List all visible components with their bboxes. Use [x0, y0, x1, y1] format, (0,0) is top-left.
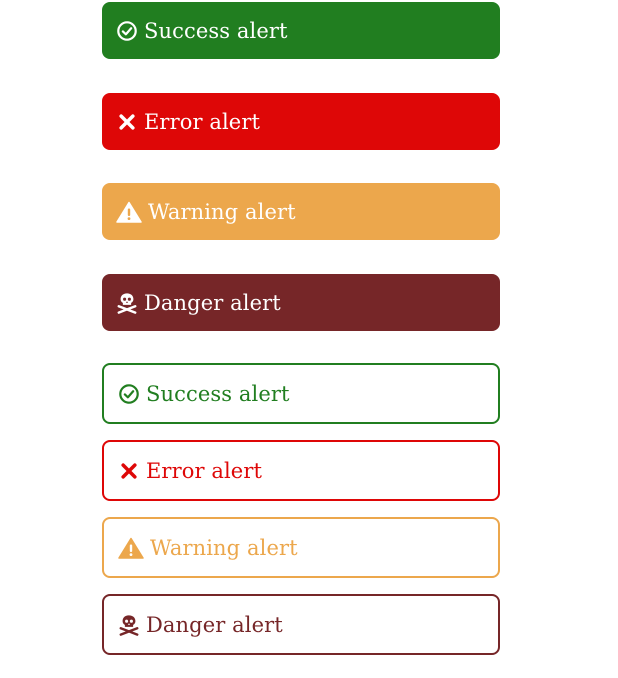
- warning-alert-outline: Warning alert: [102, 517, 500, 578]
- alert-label: Error alert: [146, 458, 263, 483]
- alert-label: Danger alert: [146, 612, 283, 637]
- danger-alert-outline: Danger alert: [102, 594, 500, 655]
- alert-label: Success alert: [146, 381, 290, 406]
- error-alert-solid: Error alert: [102, 93, 500, 150]
- success-alert-outline: Success alert: [102, 363, 500, 424]
- alert-label: Success alert: [144, 18, 288, 43]
- skull-crossbones-icon: [116, 292, 138, 314]
- success-alert-solid: Success alert: [102, 2, 500, 59]
- check-circle-icon: [118, 383, 140, 405]
- alert-label: Warning alert: [150, 535, 298, 560]
- error-alert-outline: Error alert: [102, 440, 500, 501]
- warning-triangle-icon: [116, 201, 142, 223]
- danger-alert-solid: Danger alert: [102, 274, 500, 331]
- check-circle-icon: [116, 20, 138, 42]
- close-icon: [118, 460, 140, 482]
- alert-label: Danger alert: [144, 290, 281, 315]
- alert-label: Error alert: [144, 109, 261, 134]
- alert-label: Warning alert: [148, 199, 296, 224]
- warning-triangle-icon: [118, 537, 144, 559]
- warning-alert-solid: Warning alert: [102, 183, 500, 240]
- skull-crossbones-icon: [118, 614, 140, 636]
- close-icon: [116, 111, 138, 133]
